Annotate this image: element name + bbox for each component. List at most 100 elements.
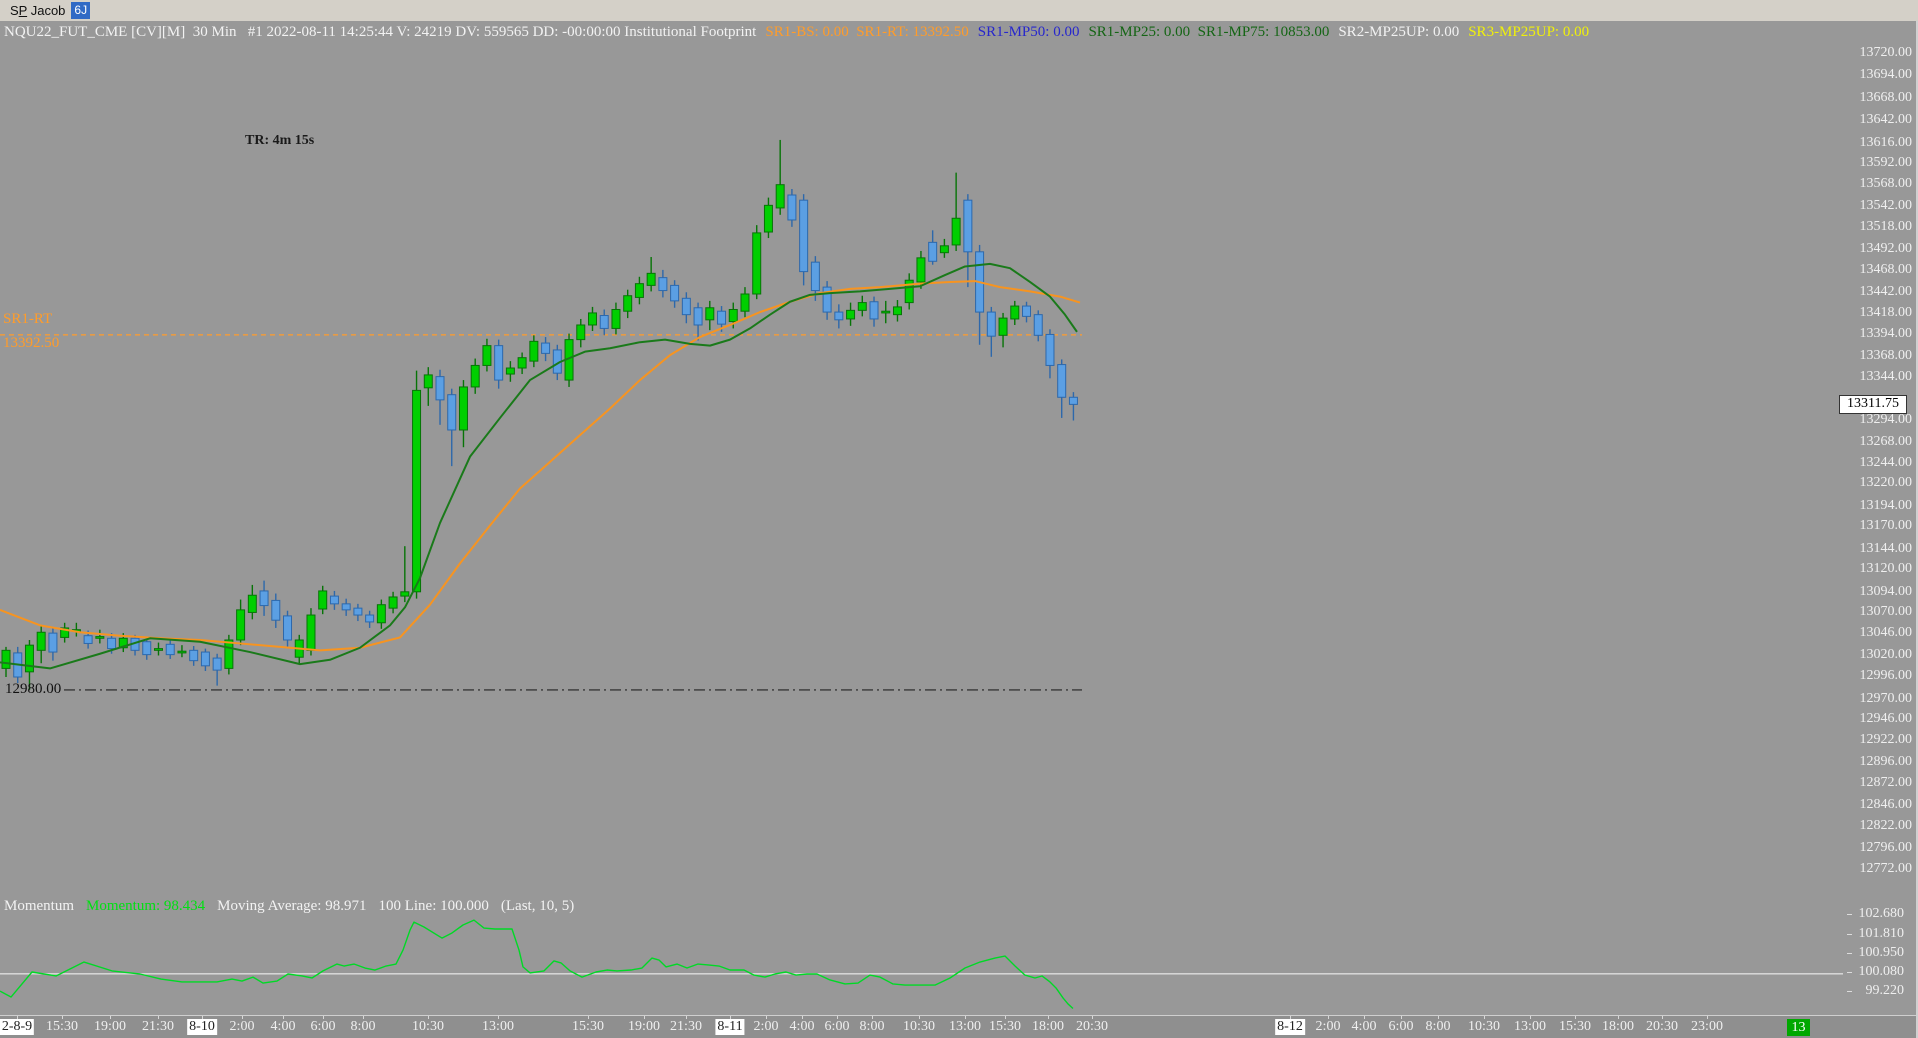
candle-down	[447, 394, 457, 431]
price-axis-label: 13120.00	[1859, 561, 1913, 576]
momentum-study-title: Momentum	[4, 898, 74, 914]
candle-down	[986, 311, 996, 337]
sr1-mp50-value: SR1-MP50: 0.00	[977, 24, 1080, 40]
candle-up	[224, 639, 234, 669]
price-axis-label: 13442.00	[1859, 284, 1913, 299]
momentum-line	[0, 919, 1074, 1010]
time-axis-label: 20:30	[1646, 1019, 1678, 1034]
price-axis-label: 13070.00	[1859, 604, 1913, 619]
candle-up	[306, 614, 316, 651]
candle-up	[24, 644, 34, 673]
candle-down	[200, 651, 210, 667]
time-axis-label: 21:30	[670, 1019, 702, 1034]
momentum-legend: Momentum Momentum: 98.434 Moving Average…	[4, 898, 574, 915]
momentum-axis-label: 102.680	[1858, 906, 1905, 921]
price-axis-label: 12796.00	[1859, 840, 1913, 855]
price-axis-label: 13368.00	[1859, 348, 1913, 363]
candle-up	[1, 649, 11, 669]
candle-up	[857, 302, 867, 311]
candle-down	[681, 297, 691, 316]
price-axis-label: 13268.00	[1859, 434, 1913, 449]
time-axis-label: 18:00	[1032, 1019, 1064, 1034]
time-axis-label: 8:00	[859, 1019, 885, 1034]
candle-up	[916, 257, 926, 283]
candle-down	[599, 315, 609, 329]
time-axis-date-label: 2-8-9	[0, 1019, 35, 1035]
chart-region: NQU22_FUT_CME [CV][M] 30 Min #1 2022-08-…	[0, 21, 1918, 1038]
candle-up	[529, 340, 539, 362]
time-axis-label: 13:00	[949, 1019, 981, 1034]
candle-up	[623, 295, 633, 312]
candle-up	[400, 591, 410, 597]
time-axis-label: 13:00	[482, 1019, 514, 1034]
price-axis-label: 13046.00	[1859, 625, 1913, 640]
price-axis-label: 13616.00	[1859, 135, 1913, 150]
price-axis-label: 13394.00	[1859, 326, 1913, 341]
price-axis-label: 13668.00	[1859, 90, 1913, 105]
candle-down	[189, 649, 199, 662]
time-axis[interactable]: 13 2-8-9 15:30 19:00 21:30 8-10 2:00 4:00 6:00 8…	[0, 1015, 1918, 1038]
time-axis-date-label: 8-10	[187, 1019, 217, 1035]
candle-up	[881, 310, 891, 314]
current-time-marker: 13	[1787, 1019, 1810, 1036]
time-axis-date-label: 8-12	[1275, 1019, 1305, 1035]
candle-down	[928, 241, 938, 262]
price-axis-label: 13592.00	[1859, 155, 1913, 170]
candle-down	[787, 194, 797, 221]
momentum-ma-label: Moving Average: 98.971	[217, 898, 367, 914]
sr1-rt-line-value: 13392.50	[3, 335, 60, 351]
price-axis-label: 12996.00	[1859, 668, 1913, 683]
time-axis-label: 20:30	[1076, 1019, 1108, 1034]
momentum-axis-label: 101.810	[1858, 926, 1905, 941]
price-axis-label: 13094.00	[1859, 584, 1913, 599]
candle-up	[611, 308, 621, 329]
price-axis-label: 12772.00	[1859, 861, 1913, 876]
price-axis-label: 13344.00	[1859, 369, 1913, 384]
candle-down	[365, 614, 375, 623]
momentum-params-label: (Last, 10, 5)	[500, 898, 575, 914]
candle-up	[458, 386, 468, 431]
price-axis-label: 13492.00	[1859, 241, 1913, 256]
candle-up	[517, 357, 527, 369]
candle-down	[1045, 333, 1055, 366]
price-axis[interactable]: 13720.00 13694.00 13668.00 13642.00 13616.00…	[1838, 21, 1918, 1015]
candle-up	[236, 609, 246, 641]
candle-down	[283, 615, 293, 641]
chartbook-tab[interactable]: SP Jacob 6J	[2, 0, 93, 20]
chart-canvas[interactable]	[0, 21, 1918, 1038]
candle-up	[775, 184, 785, 209]
candle-up	[951, 217, 961, 246]
time-axis-label: 4:00	[1351, 1019, 1377, 1034]
candle-down	[494, 345, 504, 381]
support-level-label: 12980.00	[5, 681, 62, 697]
candle-up	[153, 648, 163, 651]
candle-down	[963, 199, 973, 253]
time-axis-label: 4:00	[789, 1019, 815, 1034]
candle-down	[435, 376, 445, 401]
candle-up	[846, 309, 856, 320]
candle-down	[48, 632, 58, 653]
price-axis-label: 13694.00	[1859, 67, 1913, 82]
price-axis-label: 13542.00	[1859, 198, 1913, 213]
momentum-value-label: Momentum: 98.434	[86, 898, 206, 914]
time-axis-label: 10:30	[412, 1019, 444, 1034]
sr1-green-values: SR1-MP25: 0.00 SR1-MP75: 10853.00	[1088, 24, 1330, 40]
candle-down	[799, 199, 809, 273]
candle-down	[810, 261, 820, 292]
time-remaining-label: TR: 4m 15s	[245, 133, 315, 148]
candle-down	[107, 637, 117, 650]
price-axis-label: 12922.00	[1859, 732, 1913, 747]
chart-title-row: NQU22_FUT_CME [CV][M] 30 Min #1 2022-08-…	[4, 24, 1589, 41]
time-axis-label: 15:30	[572, 1019, 604, 1034]
time-axis-label: 19:00	[94, 1019, 126, 1034]
candle-down	[142, 641, 152, 656]
candle-up	[505, 367, 515, 375]
time-axis-label: 15:30	[1559, 1019, 1591, 1034]
momentum-axis-label: 100.950	[1858, 945, 1905, 960]
candle-down	[353, 607, 363, 616]
candle-up	[588, 312, 597, 326]
candle-down	[869, 301, 879, 320]
chart-count-badge[interactable]: 6J	[71, 1, 91, 19]
price-axis-label: 13220.00	[1859, 475, 1913, 490]
candle-up	[482, 345, 492, 366]
